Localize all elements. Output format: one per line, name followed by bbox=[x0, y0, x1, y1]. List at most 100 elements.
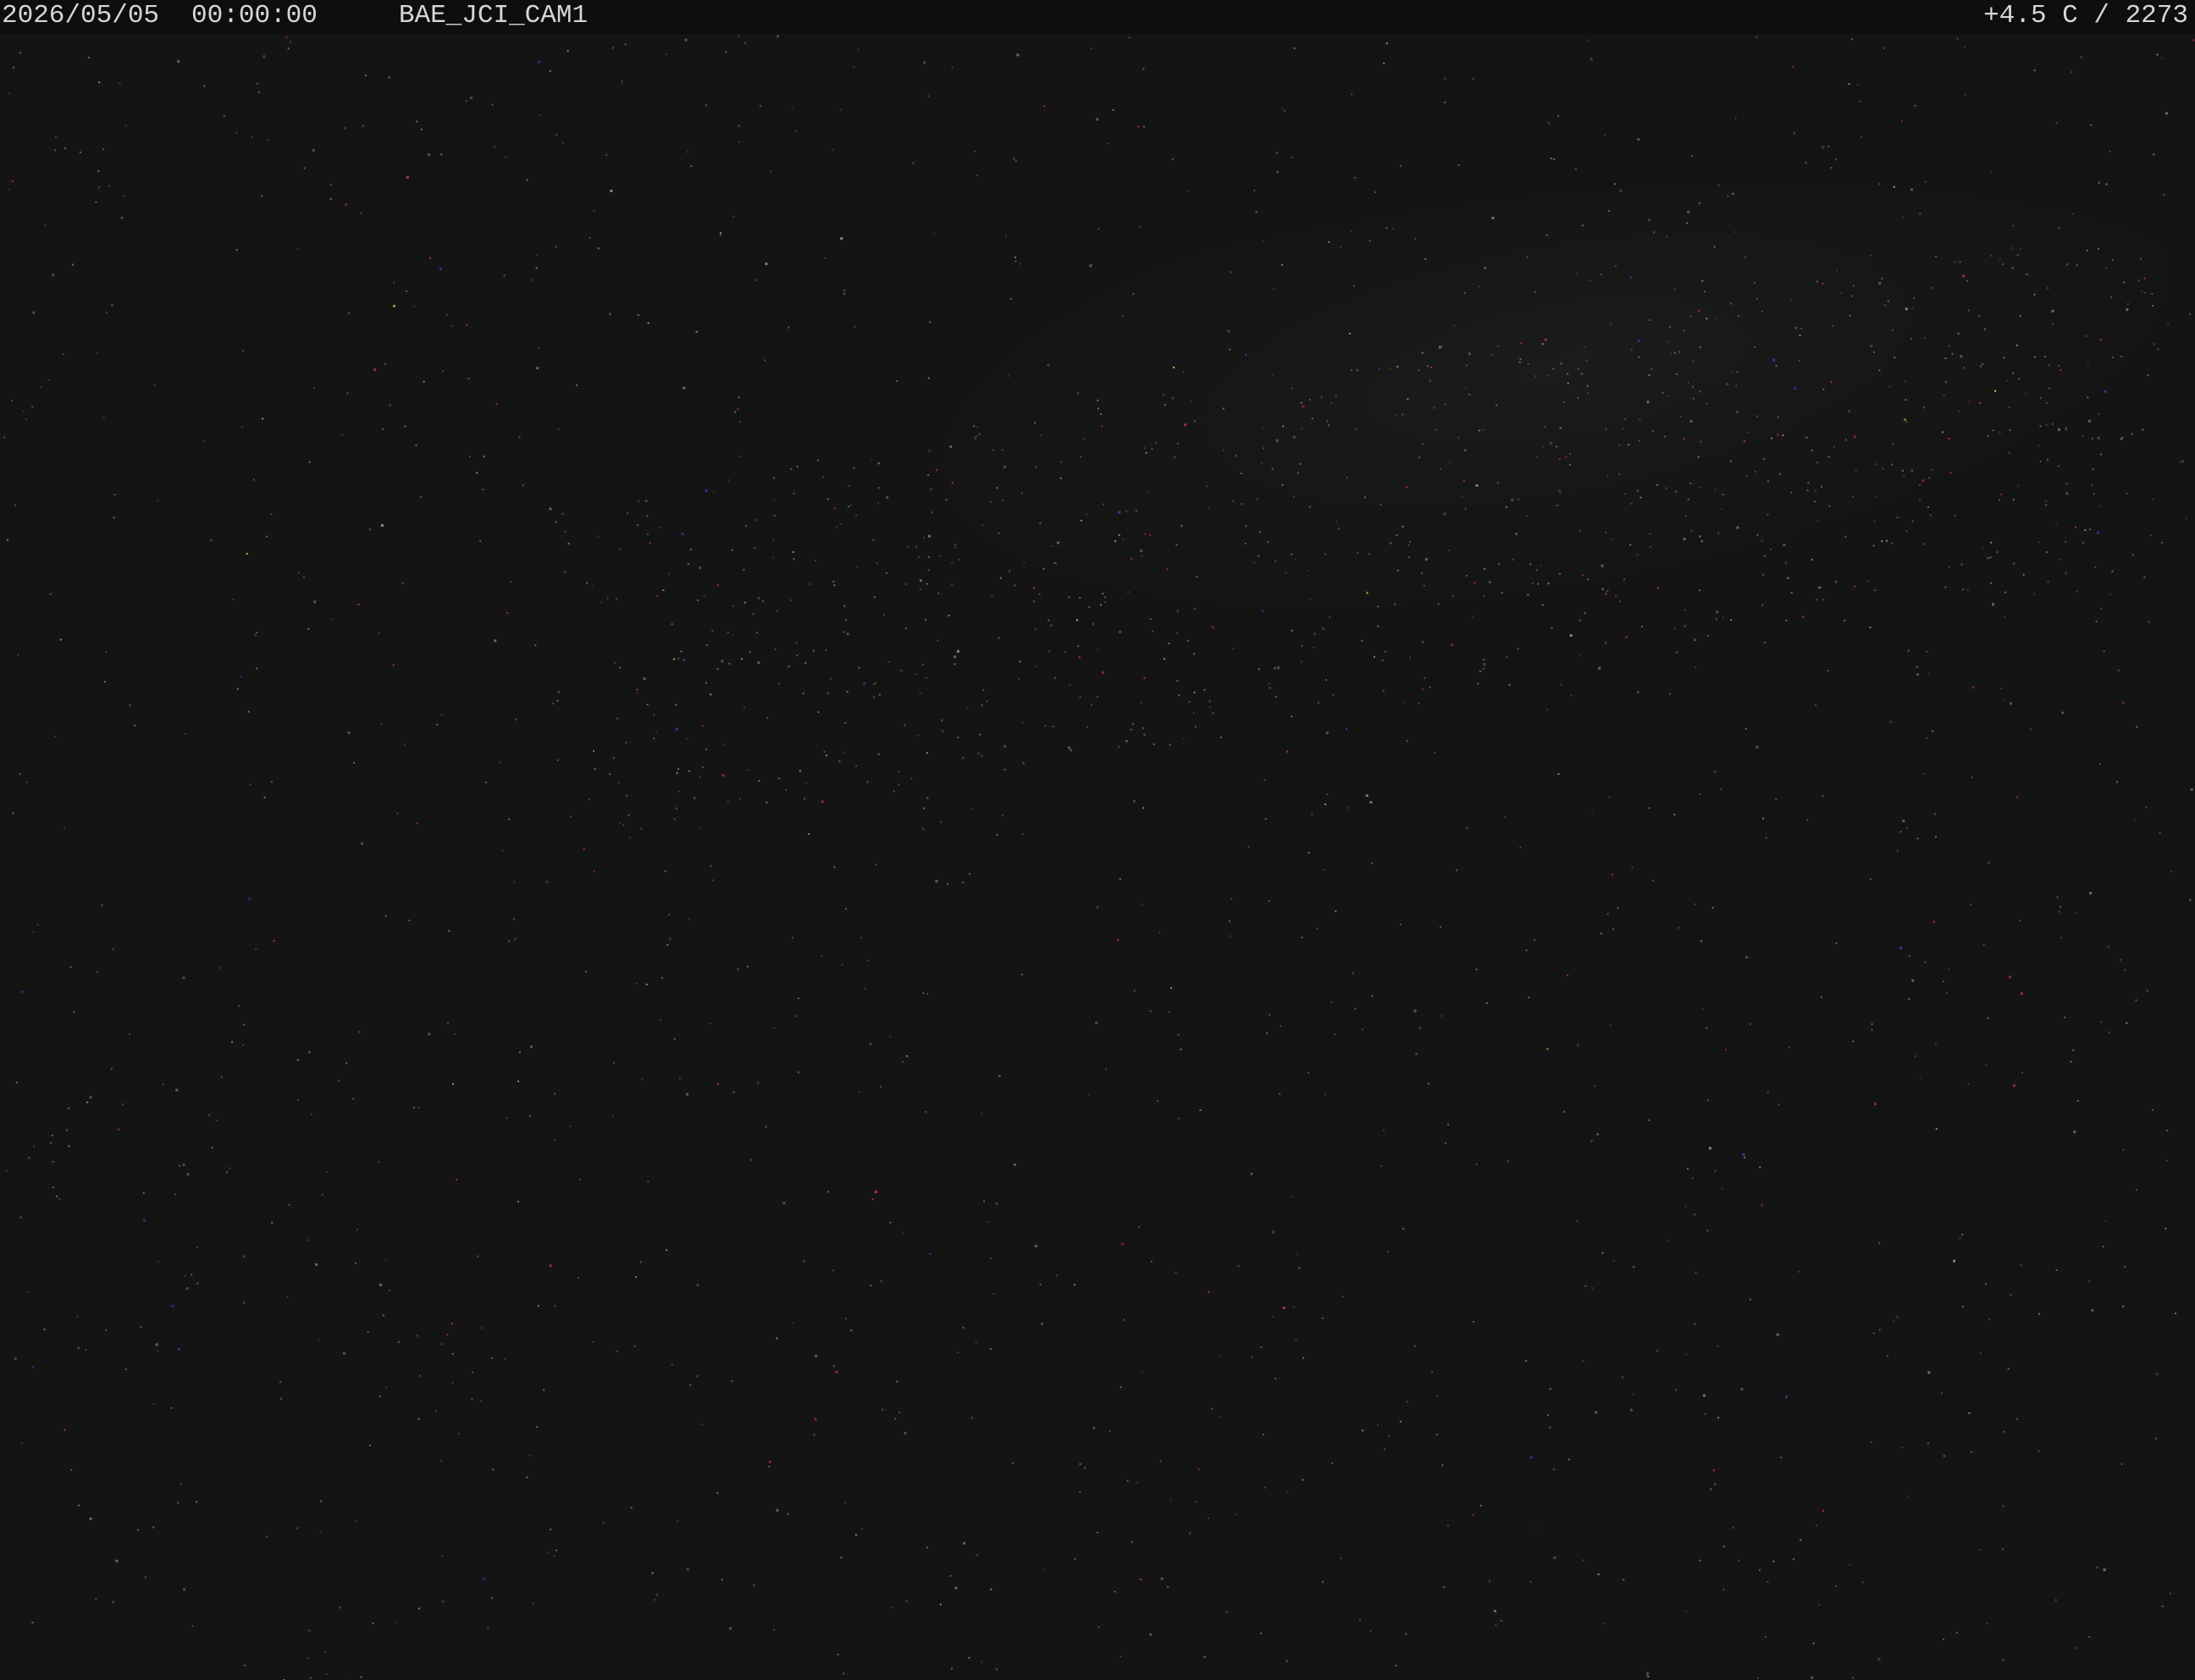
star bbox=[833, 866, 836, 869]
star bbox=[341, 434, 344, 436]
star bbox=[31, 1622, 34, 1624]
star bbox=[617, 782, 620, 784]
star bbox=[589, 237, 591, 239]
star bbox=[1389, 541, 1392, 544]
star bbox=[1107, 142, 1109, 145]
star bbox=[2140, 257, 2142, 260]
star bbox=[1079, 1463, 1081, 1465]
star bbox=[1104, 596, 1106, 599]
star bbox=[1013, 1163, 1016, 1166]
star bbox=[1159, 1460, 1162, 1462]
star bbox=[1892, 443, 1894, 445]
star bbox=[922, 827, 925, 830]
star bbox=[694, 797, 696, 799]
star bbox=[2010, 702, 2012, 705]
star bbox=[419, 495, 422, 498]
star bbox=[1953, 1259, 1956, 1263]
star bbox=[1542, 445, 1545, 448]
star bbox=[95, 201, 97, 203]
star bbox=[716, 667, 719, 670]
star bbox=[1258, 531, 1261, 533]
star bbox=[1163, 658, 1165, 660]
star bbox=[1687, 381, 1689, 384]
star bbox=[1330, 1001, 1333, 1003]
star bbox=[2111, 570, 2114, 572]
star bbox=[1511, 498, 1514, 501]
star bbox=[669, 937, 672, 940]
star bbox=[646, 704, 649, 705]
star bbox=[309, 1677, 312, 1679]
star bbox=[1149, 1633, 1153, 1636]
star bbox=[1489, 1580, 1491, 1583]
star bbox=[466, 323, 468, 326]
star bbox=[1763, 641, 1766, 644]
star bbox=[1395, 1665, 1397, 1666]
star bbox=[795, 642, 798, 644]
star bbox=[1137, 125, 1140, 128]
star bbox=[1800, 1539, 1802, 1541]
star bbox=[102, 417, 105, 419]
star bbox=[1684, 609, 1686, 611]
star bbox=[1869, 878, 1872, 881]
star bbox=[1152, 630, 1154, 633]
star bbox=[1033, 587, 1036, 589]
star bbox=[64, 147, 66, 150]
star bbox=[1944, 586, 1947, 589]
star bbox=[1630, 349, 1633, 351]
star bbox=[2025, 392, 2026, 395]
star bbox=[974, 437, 976, 439]
star bbox=[1956, 1632, 1958, 1634]
star bbox=[1844, 535, 1847, 538]
star bbox=[839, 522, 842, 525]
star bbox=[875, 864, 877, 865]
star bbox=[537, 1305, 539, 1307]
star bbox=[2013, 562, 2015, 565]
star bbox=[223, 115, 225, 118]
star bbox=[919, 579, 922, 583]
star bbox=[1872, 351, 1875, 353]
star bbox=[1328, 240, 1330, 243]
star bbox=[927, 474, 930, 476]
star bbox=[257, 91, 260, 94]
star bbox=[1848, 410, 1850, 412]
star bbox=[643, 677, 646, 680]
star bbox=[1706, 1027, 1708, 1030]
star bbox=[1302, 405, 1305, 408]
star bbox=[2144, 291, 2147, 294]
star bbox=[1919, 500, 1921, 501]
star bbox=[1822, 146, 1825, 149]
star bbox=[1368, 240, 1371, 242]
star bbox=[2076, 1647, 2078, 1650]
star bbox=[1999, 493, 2002, 495]
star bbox=[671, 1363, 673, 1366]
star bbox=[384, 1259, 387, 1262]
star bbox=[912, 162, 915, 164]
star bbox=[1886, 1355, 1888, 1357]
star bbox=[1940, 1392, 1943, 1395]
star bbox=[1441, 1464, 1444, 1467]
star bbox=[2161, 1605, 2164, 1607]
star bbox=[1429, 686, 1431, 688]
star bbox=[517, 1201, 519, 1202]
star bbox=[1291, 553, 1293, 555]
star bbox=[804, 798, 806, 800]
star bbox=[1136, 1481, 1138, 1484]
star bbox=[927, 555, 930, 558]
star bbox=[1143, 447, 1146, 450]
star bbox=[78, 1504, 80, 1506]
star bbox=[1962, 1306, 1964, 1308]
star bbox=[457, 1433, 460, 1434]
star bbox=[1440, 345, 1443, 347]
star bbox=[1350, 369, 1352, 371]
star bbox=[1443, 512, 1446, 516]
star bbox=[1256, 498, 1258, 500]
star bbox=[1208, 1517, 1210, 1520]
star bbox=[637, 524, 639, 527]
star bbox=[1377, 605, 1379, 608]
star bbox=[105, 650, 108, 653]
star bbox=[835, 1370, 838, 1373]
star bbox=[2080, 56, 2082, 58]
star bbox=[937, 592, 940, 594]
star bbox=[1628, 444, 1630, 446]
star bbox=[2015, 1418, 2018, 1420]
